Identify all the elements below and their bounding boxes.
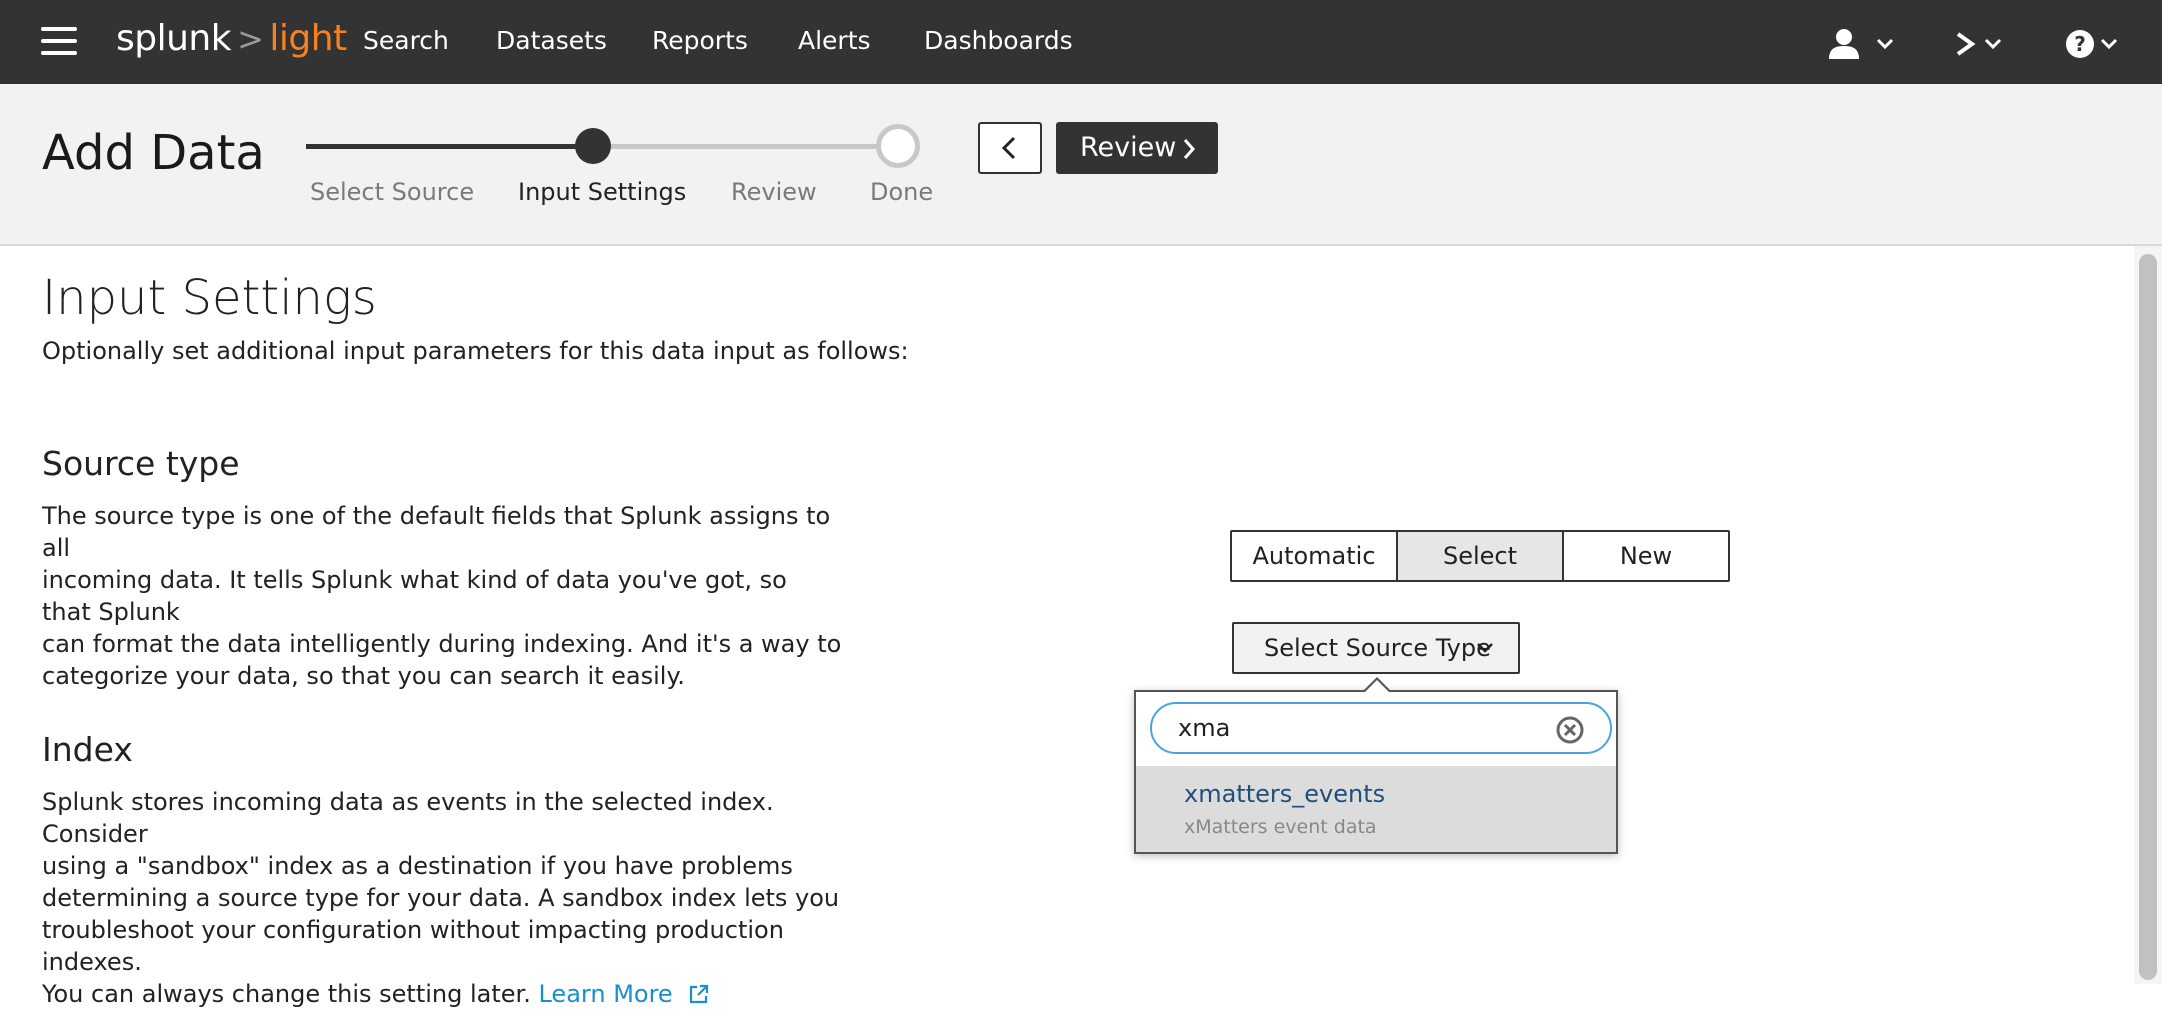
- help-icon: ?: [2066, 30, 2118, 58]
- mode-select-button[interactable]: Select: [1398, 532, 1564, 580]
- brand-main: splunk: [116, 18, 232, 59]
- scrollbar-thumb[interactable]: [2139, 254, 2157, 980]
- page-title: Add Data: [42, 125, 265, 181]
- index-line: troubleshoot your configuration without …: [42, 916, 784, 976]
- learn-more-label: Learn More: [538, 980, 673, 1008]
- terminal-chevron-icon: [1956, 32, 2002, 56]
- source-type-result-item[interactable]: xmatters_events xMatters event data: [1136, 766, 1616, 852]
- svg-text:?: ?: [2074, 32, 2086, 56]
- source-type-line: incoming data. It tells Splunk what kind…: [42, 566, 787, 626]
- chevron-right-icon: [1183, 139, 1196, 159]
- top-nav-bar: splunk > light Search Datasets Reports Ale…: [0, 0, 2162, 84]
- result-description: xMatters event data: [1184, 816, 1377, 838]
- mode-automatic-button[interactable]: Automatic: [1232, 532, 1398, 580]
- nav-datasets[interactable]: Datasets: [496, 26, 607, 55]
- progress-track-remaining: [594, 144, 898, 149]
- chevron-down-icon: [1477, 643, 1493, 653]
- review-next-button[interactable]: Review: [1056, 122, 1218, 174]
- source-type-line: can format the data intelligently during…: [42, 630, 842, 658]
- index-line: determining a source type for your data.…: [42, 884, 840, 912]
- mode-new-button[interactable]: New: [1564, 532, 1728, 580]
- splunk-logo[interactable]: splunk > light: [116, 18, 347, 59]
- clear-search-icon[interactable]: [1556, 716, 1584, 744]
- help-menu[interactable]: ?: [2066, 28, 2126, 64]
- section-heading: Input Settings: [42, 270, 377, 326]
- nav-dashboards[interactable]: Dashboards: [924, 26, 1073, 55]
- learn-more-link[interactable]: Learn More: [538, 980, 710, 1008]
- step-input-settings: Input Settings: [518, 178, 687, 206]
- source-type-heading: Source type: [42, 444, 240, 483]
- result-name: xmatters_events: [1184, 780, 1386, 808]
- progress-track-complete: [306, 144, 594, 149]
- brand-product: light: [269, 18, 347, 59]
- brand-separator: >: [237, 20, 264, 58]
- back-button[interactable]: [978, 122, 1042, 174]
- source-type-line: categorize your data, so that you can se…: [42, 662, 685, 690]
- source-type-search-input[interactable]: [1178, 712, 1538, 744]
- index-line: Splunk stores incoming data as events in…: [42, 788, 774, 848]
- step-review: Review: [731, 178, 817, 206]
- index-heading: Index: [42, 730, 133, 769]
- index-line: using a "sandbox" index as a destination…: [42, 852, 793, 880]
- nav-search[interactable]: Search: [363, 26, 449, 55]
- external-link-icon: [690, 984, 709, 1004]
- menu-icon[interactable]: [41, 27, 77, 55]
- nav-alerts[interactable]: Alerts: [798, 26, 871, 55]
- source-type-search: [1150, 702, 1612, 754]
- dropdown-label: Select Source Type: [1264, 634, 1491, 662]
- source-type-line: The source type is one of the default fi…: [42, 502, 831, 562]
- chevron-left-icon: [1001, 136, 1016, 160]
- index-description: Splunk stores incoming data as events in…: [42, 786, 842, 1010]
- source-type-mode-toggle: Automatic Select New: [1230, 530, 1730, 582]
- step-marker-current: [575, 128, 611, 164]
- user-menu[interactable]: [1828, 28, 1898, 64]
- select-source-type-dropdown[interactable]: Select Source Type: [1232, 622, 1520, 674]
- step-marker-done: [876, 124, 920, 168]
- review-button-label: Review: [1080, 132, 1177, 163]
- section-lead: Optionally set additional input paramete…: [42, 337, 909, 365]
- step-done: Done: [870, 178, 934, 206]
- popup-caret-inner: [1365, 680, 1389, 692]
- user-icon: [1829, 29, 1894, 59]
- index-line: You can always change this setting later…: [42, 980, 531, 1008]
- source-type-description: The source type is one of the default fi…: [42, 500, 842, 692]
- step-select-source[interactable]: Select Source: [310, 178, 474, 206]
- activity-menu[interactable]: [1956, 28, 2012, 64]
- nav-reports[interactable]: Reports: [652, 26, 748, 55]
